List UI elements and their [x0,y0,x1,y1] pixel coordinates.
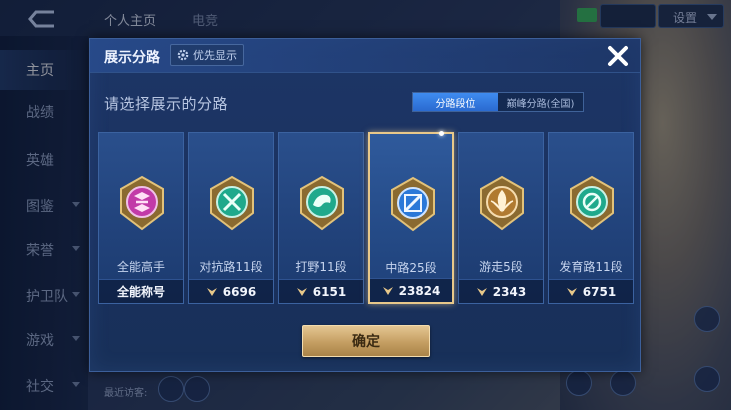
lane-card-name: 对抗路11段 [199,260,263,274]
roam-badge-icon [480,175,524,231]
tab-lane-rank[interactable]: 分路段位 [413,93,498,111]
confirm-button[interactable]: 确定 [302,325,430,357]
lane-card-roam[interactable]: 游走5段 2343 [458,132,544,304]
lane-score-icon [566,287,577,296]
tab-peak-lane[interactable]: 巅峰分路(全国) [498,93,583,111]
all-round-badge-icon [120,175,164,231]
priority-display-label: 优先显示 [193,49,237,62]
selected-indicator [439,131,444,136]
lane-score-icon [296,287,307,296]
lane-card-name: 全能高手 [116,260,165,274]
lane-score-icon [382,286,393,295]
lane-card-name: 游走5段 [479,260,523,274]
lane-card-clash[interactable]: 对抗路11段 6696 [188,132,274,304]
lane-card-value: 2343 [492,284,527,299]
lane-score-icon [476,287,487,296]
lane-card-farm[interactable]: 发育路11段 6751 [548,132,634,304]
lane-card-name: 中路25段 [385,261,437,275]
lane-card-footer: 6151 [279,279,363,303]
lane-card-all-round[interactable]: 全能高手 全能称号 [98,132,184,304]
jungle-badge-icon [300,175,344,231]
lane-card-name: 发育路11段 [559,260,623,274]
lane-card-footer: 6751 [549,279,633,303]
lane-card-jungle[interactable]: 打野11段 6151 [278,132,364,304]
lane-card-value: 6751 [582,284,617,299]
lane-card-value: 全能称号 [116,285,165,299]
lane-card-footer: 全能称号 [99,279,183,303]
farm-lane-badge-icon [570,175,614,231]
dialog-header: 展示分路 优先显示 [90,39,640,73]
lane-display-dialog: 展示分路 优先显示 请选择展示的分路 分路段位 巅峰分路(全国) 全能高手 全能… [89,38,641,372]
lane-score-icon [206,287,217,296]
lane-card-name: 打野11段 [295,260,347,274]
dialog-title: 展示分路 [104,50,160,66]
lane-card-footer: 6696 [189,279,273,303]
close-icon[interactable] [605,43,631,69]
lane-card-footer: 2343 [459,279,543,303]
lane-card-value: 23824 [398,283,441,298]
lane-card-value: 6696 [222,284,257,299]
lane-card-value: 6151 [312,284,347,299]
mid-lane-badge-icon [391,176,435,232]
select-lane-prompt: 请选择展示的分路 [104,95,229,113]
lane-card-list: 全能高手 全能称号 对抗路11段 6696 打野11段 6151 中路25段 2… [98,131,638,304]
clash-lane-badge-icon [210,175,254,231]
lane-card-mid[interactable]: 中路25段 23824 [368,131,454,304]
lane-card-footer: 23824 [370,278,452,302]
priority-display-button[interactable]: 优先显示 [170,44,244,66]
gear-icon [177,49,189,61]
lane-mode-toggle: 分路段位 巅峰分路(全国) [412,92,584,112]
